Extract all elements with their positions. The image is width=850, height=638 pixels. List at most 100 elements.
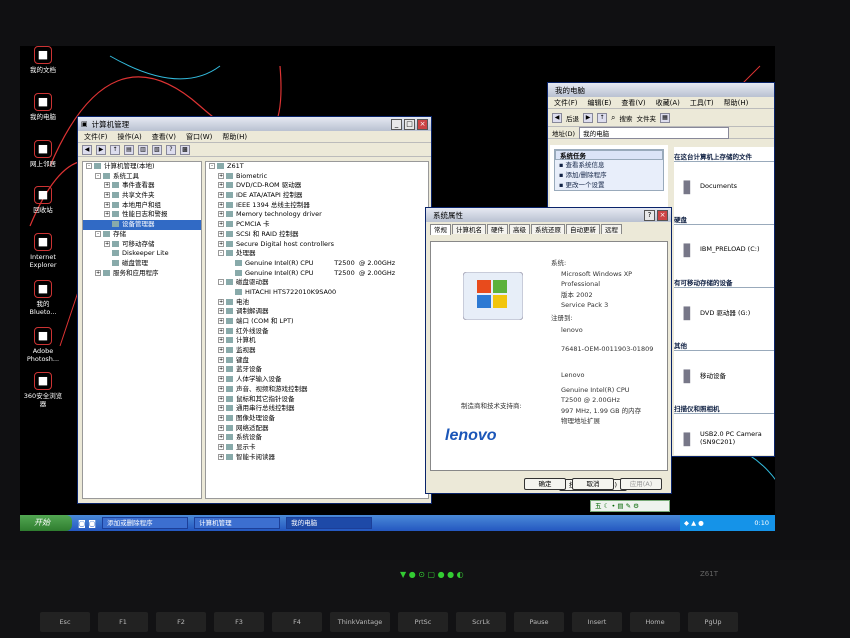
desktop-icon[interactable]: ■ 我的电脑 <box>20 93 66 121</box>
desktop-icon[interactable]: ■ 我的 Blueto... <box>20 280 66 316</box>
expand-icon[interactable]: + <box>218 385 224 392</box>
expand-icon[interactable]: + <box>218 172 224 179</box>
tree-item[interactable]: + 端口 (COM 和 LPT) <box>206 317 428 327</box>
tree-item[interactable]: + IEEE 1394 总线主控制器 <box>206 201 428 211</box>
tree-item[interactable]: + 通用串行总线控制器 <box>206 404 428 414</box>
tab[interactable]: 常规 <box>430 224 451 235</box>
menu-item[interactable]: 文件(F) <box>554 98 578 108</box>
expand-icon[interactable]: + <box>218 201 224 208</box>
tree-item[interactable]: Diskeeper Lite <box>83 249 201 259</box>
tree-item[interactable]: - Z61T <box>206 162 428 172</box>
menu-item[interactable]: 收藏(A) <box>656 98 680 108</box>
menu-item[interactable]: 帮助(H) <box>222 132 247 142</box>
system-task-link[interactable]: ▪ 查看系统信息 <box>555 160 663 170</box>
tree-item[interactable]: + 监视器 <box>206 346 428 356</box>
taskbar-button-my-computer[interactable]: 我的电脑 <box>286 517 373 529</box>
expand-icon[interactable]: + <box>218 192 224 199</box>
help-icon[interactable]: ? <box>166 144 176 155</box>
tree-item[interactable]: + 红外线设备 <box>206 327 428 337</box>
menu-item[interactable]: 帮助(H) <box>724 98 749 108</box>
close-button[interactable]: × <box>417 118 428 130</box>
drive-item[interactable]: ▮ DVD 驱动器 (G:) <box>674 288 774 336</box>
back-arrow-icon[interactable]: ◀ <box>82 144 92 155</box>
expand-icon[interactable]: + <box>218 221 224 228</box>
expand-icon[interactable]: + <box>218 424 224 431</box>
minimize-button[interactable]: _ <box>391 118 402 130</box>
collapse-icon[interactable]: - <box>209 163 215 169</box>
expand-icon[interactable]: + <box>218 337 224 344</box>
tree-item[interactable]: HITACHI HTS722010K9SA00 <box>206 288 428 298</box>
expand-icon[interactable]: + <box>218 356 224 363</box>
print-icon[interactable]: ▥ <box>138 144 148 155</box>
expand-icon[interactable]: + <box>218 230 224 237</box>
drive-item[interactable]: ▮ 移动设备 <box>674 351 774 399</box>
expand-icon[interactable]: + <box>218 395 224 402</box>
tree-item[interactable]: + Biometric <box>206 172 428 182</box>
expand-icon[interactable]: + <box>104 192 110 199</box>
address-field[interactable]: 我的电脑 <box>579 126 730 139</box>
desktop-icon[interactable]: ■ Internet Explorer <box>20 233 66 269</box>
tree-item[interactable]: 设备管理器 <box>83 220 201 230</box>
up-folder-icon[interactable]: ↑ <box>110 144 120 155</box>
tab[interactable]: 系统还原 <box>531 224 565 234</box>
collapse-icon[interactable]: - <box>218 279 224 286</box>
tree-item[interactable]: + 智能卡阅读器 <box>206 453 428 463</box>
tree-item[interactable]: + 计算机 <box>206 336 428 346</box>
menu-item[interactable]: 工具(T) <box>690 98 714 108</box>
apply-button[interactable]: 应用(A) <box>620 478 662 490</box>
expand-icon[interactable]: + <box>218 376 224 383</box>
tree-item[interactable]: + 声音、视频和游戏控制器 <box>206 385 428 395</box>
tab[interactable]: 自动更新 <box>566 224 600 234</box>
tree-item[interactable]: + Memory technology driver <box>206 210 428 220</box>
tree-item[interactable]: + 人体学输入设备 <box>206 375 428 385</box>
menu-item[interactable]: 操作(A) <box>118 132 142 142</box>
expand-icon[interactable]: + <box>95 269 101 276</box>
menu-item[interactable]: 文件(F) <box>84 132 108 142</box>
tab[interactable]: 硬件 <box>487 224 508 234</box>
up-folder-icon[interactable]: ↑ <box>597 112 607 123</box>
ok-button[interactable]: 确定 <box>524 478 566 490</box>
forward-arrow-icon[interactable]: ▶ <box>96 144 106 155</box>
desktop-icon[interactable]: ■ 我的文档 <box>20 46 66 74</box>
expand-icon[interactable]: + <box>218 298 224 305</box>
system-task-link[interactable]: ▪ 添加/删除程序 <box>555 170 663 180</box>
expand-icon[interactable]: + <box>218 443 224 450</box>
desktop-icon[interactable]: ■ 回收站 <box>20 186 66 214</box>
desktop-icon[interactable]: ■ 网上邻居 <box>20 140 66 168</box>
tree-item[interactable]: + 性能日志和警报 <box>83 210 201 220</box>
back-button[interactable]: 后退 <box>566 113 579 123</box>
collapse-icon[interactable]: - <box>95 230 101 237</box>
my-computer-titlebar[interactable]: 我的电脑 <box>548 83 774 97</box>
tree-item[interactable]: + 服务和应用程序 <box>83 269 201 279</box>
tab[interactable]: 计算机名 <box>452 224 486 234</box>
expand-icon[interactable]: + <box>218 240 224 247</box>
tree-item[interactable]: + 显示卡 <box>206 443 428 453</box>
expand-icon[interactable]: + <box>218 182 224 189</box>
tree-item[interactable]: + PCMCIA 卡 <box>206 220 428 230</box>
taskbar-button-add-remove[interactable]: 添加或删除程序 <box>102 517 189 529</box>
drive-item[interactable]: ▮ Documents <box>674 162 774 210</box>
expand-icon[interactable]: + <box>218 434 224 441</box>
search-button[interactable]: 搜索 <box>619 113 632 123</box>
tree-item[interactable]: + 共享文件夹 <box>83 191 201 201</box>
expand-icon[interactable]: + <box>218 414 224 421</box>
search-icon[interactable]: ⌕ <box>611 113 615 123</box>
tree-item[interactable]: Genuine Intel(R) CPU T2500 @ 2.00GHz <box>206 259 428 269</box>
tree-item[interactable]: + 键盘 <box>206 356 428 366</box>
menu-item[interactable]: 查看(V) <box>621 98 645 108</box>
expand-icon[interactable]: + <box>218 318 224 324</box>
taskbar-button-computer-management[interactable]: 计算机管理 <box>194 517 281 529</box>
expand-icon[interactable]: + <box>218 308 224 315</box>
computer-management-titlebar[interactable]: ▣ 计算机管理 _ □ × <box>78 117 431 131</box>
tab[interactable]: 远程 <box>601 224 622 234</box>
tree-item[interactable]: + 网络适配器 <box>206 424 428 434</box>
cancel-button[interactable]: 取消 <box>572 478 614 490</box>
expand-icon[interactable]: + <box>218 453 224 460</box>
desktop-icon[interactable]: ■ 360安全浏览 器 <box>20 372 66 408</box>
tree-item[interactable]: + 图像处理设备 <box>206 414 428 424</box>
views-icon[interactable]: ▦ <box>659 112 670 123</box>
tree-item[interactable]: + 蓝牙设备 <box>206 365 428 375</box>
start-button[interactable]: 开始 <box>20 515 72 531</box>
system-task-link[interactable]: ▪ 更改一个设置 <box>555 180 663 190</box>
tree-item[interactable]: + 鼠标和其它指针设备 <box>206 395 428 405</box>
